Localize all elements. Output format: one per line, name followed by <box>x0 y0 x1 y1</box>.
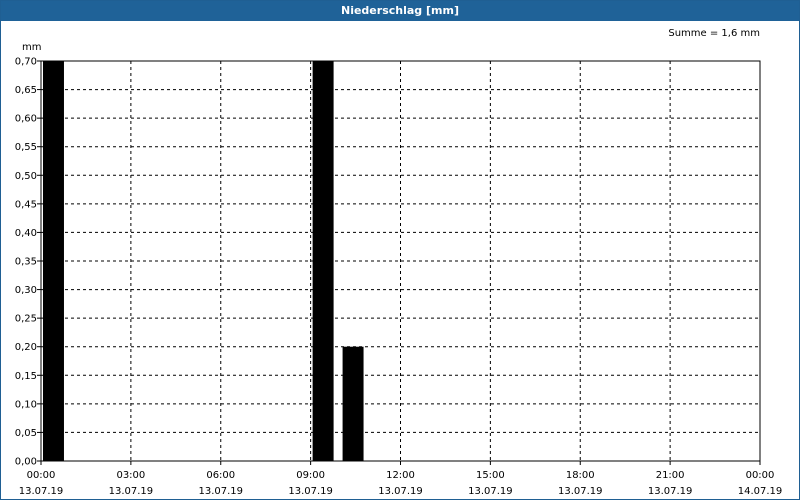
x-tick-time-label: 12:00 <box>386 470 415 481</box>
y-tick-label: 0,45 <box>15 199 37 210</box>
sum-annotation: Summe = 1,6 mm <box>668 28 760 39</box>
x-tick-date-label: 13.07.19 <box>19 486 64 497</box>
x-tick-time-label: 18:00 <box>566 470 595 481</box>
x-tick-time-label: 03:00 <box>116 470 145 481</box>
y-tick-label: 0,55 <box>15 142 37 153</box>
y-tick-label: 0,70 <box>15 57 37 68</box>
x-tick-date-label: 13.07.19 <box>558 486 603 497</box>
y-tick-label: 0,10 <box>15 399 37 410</box>
x-tick-date-label: 13.07.19 <box>109 486 154 497</box>
precipitation-chart: 0,00 0,05 0,10 0,15 0,20 0,25 0,30 0,35 0,40 0,45… <box>15 28 783 497</box>
precipitation-bar <box>312 61 334 461</box>
x-tick-time-label: 00:00 <box>746 470 775 481</box>
y-tick-label: 0,50 <box>15 171 37 182</box>
x-tick-time-label: 06:00 <box>206 470 235 481</box>
y-tick-label: 0,40 <box>15 228 37 239</box>
x-tick-time-label: 15:00 <box>476 470 505 481</box>
x-tick-date-label: 13.07.19 <box>648 486 693 497</box>
y-axis-unit-label: mm <box>22 42 41 53</box>
x-tick-date-label: 13.07.19 <box>198 486 243 497</box>
y-tick-label: 0,35 <box>15 257 37 268</box>
x-tick-date-label: 13.07.19 <box>468 486 513 497</box>
x-tick-time-label: 21:00 <box>656 470 685 481</box>
y-tick-label: 0,60 <box>15 114 37 125</box>
x-tick-time-label: 09:00 <box>296 470 325 481</box>
precipitation-bar <box>342 346 364 461</box>
y-tick-label: 0,30 <box>15 285 37 296</box>
x-axis-tick-labels: 00:00 13.07.19 03:00 13.07.19 06:00 13.07.19 0… <box>19 461 783 497</box>
grid-lines <box>41 61 760 461</box>
y-tick-label: 0,65 <box>15 85 37 96</box>
y-axis-tick-labels: 0,00 0,05 0,10 0,15 0,20 0,25 0,30 0,35 0,40 0,45… <box>15 57 41 468</box>
x-tick-date-label: 13.07.19 <box>288 486 333 497</box>
y-tick-label: 0,15 <box>15 371 37 382</box>
y-tick-label: 0,25 <box>15 314 37 325</box>
y-tick-label: 0,00 <box>15 457 37 468</box>
precipitation-bar <box>43 61 64 461</box>
y-tick-label: 0,05 <box>15 428 37 439</box>
x-tick-date-label: 13.07.19 <box>378 486 423 497</box>
x-tick-time-label: 00:00 <box>27 470 56 481</box>
y-tick-label: 0,20 <box>15 342 37 353</box>
x-tick-date-label: 14.07.19 <box>738 486 783 497</box>
